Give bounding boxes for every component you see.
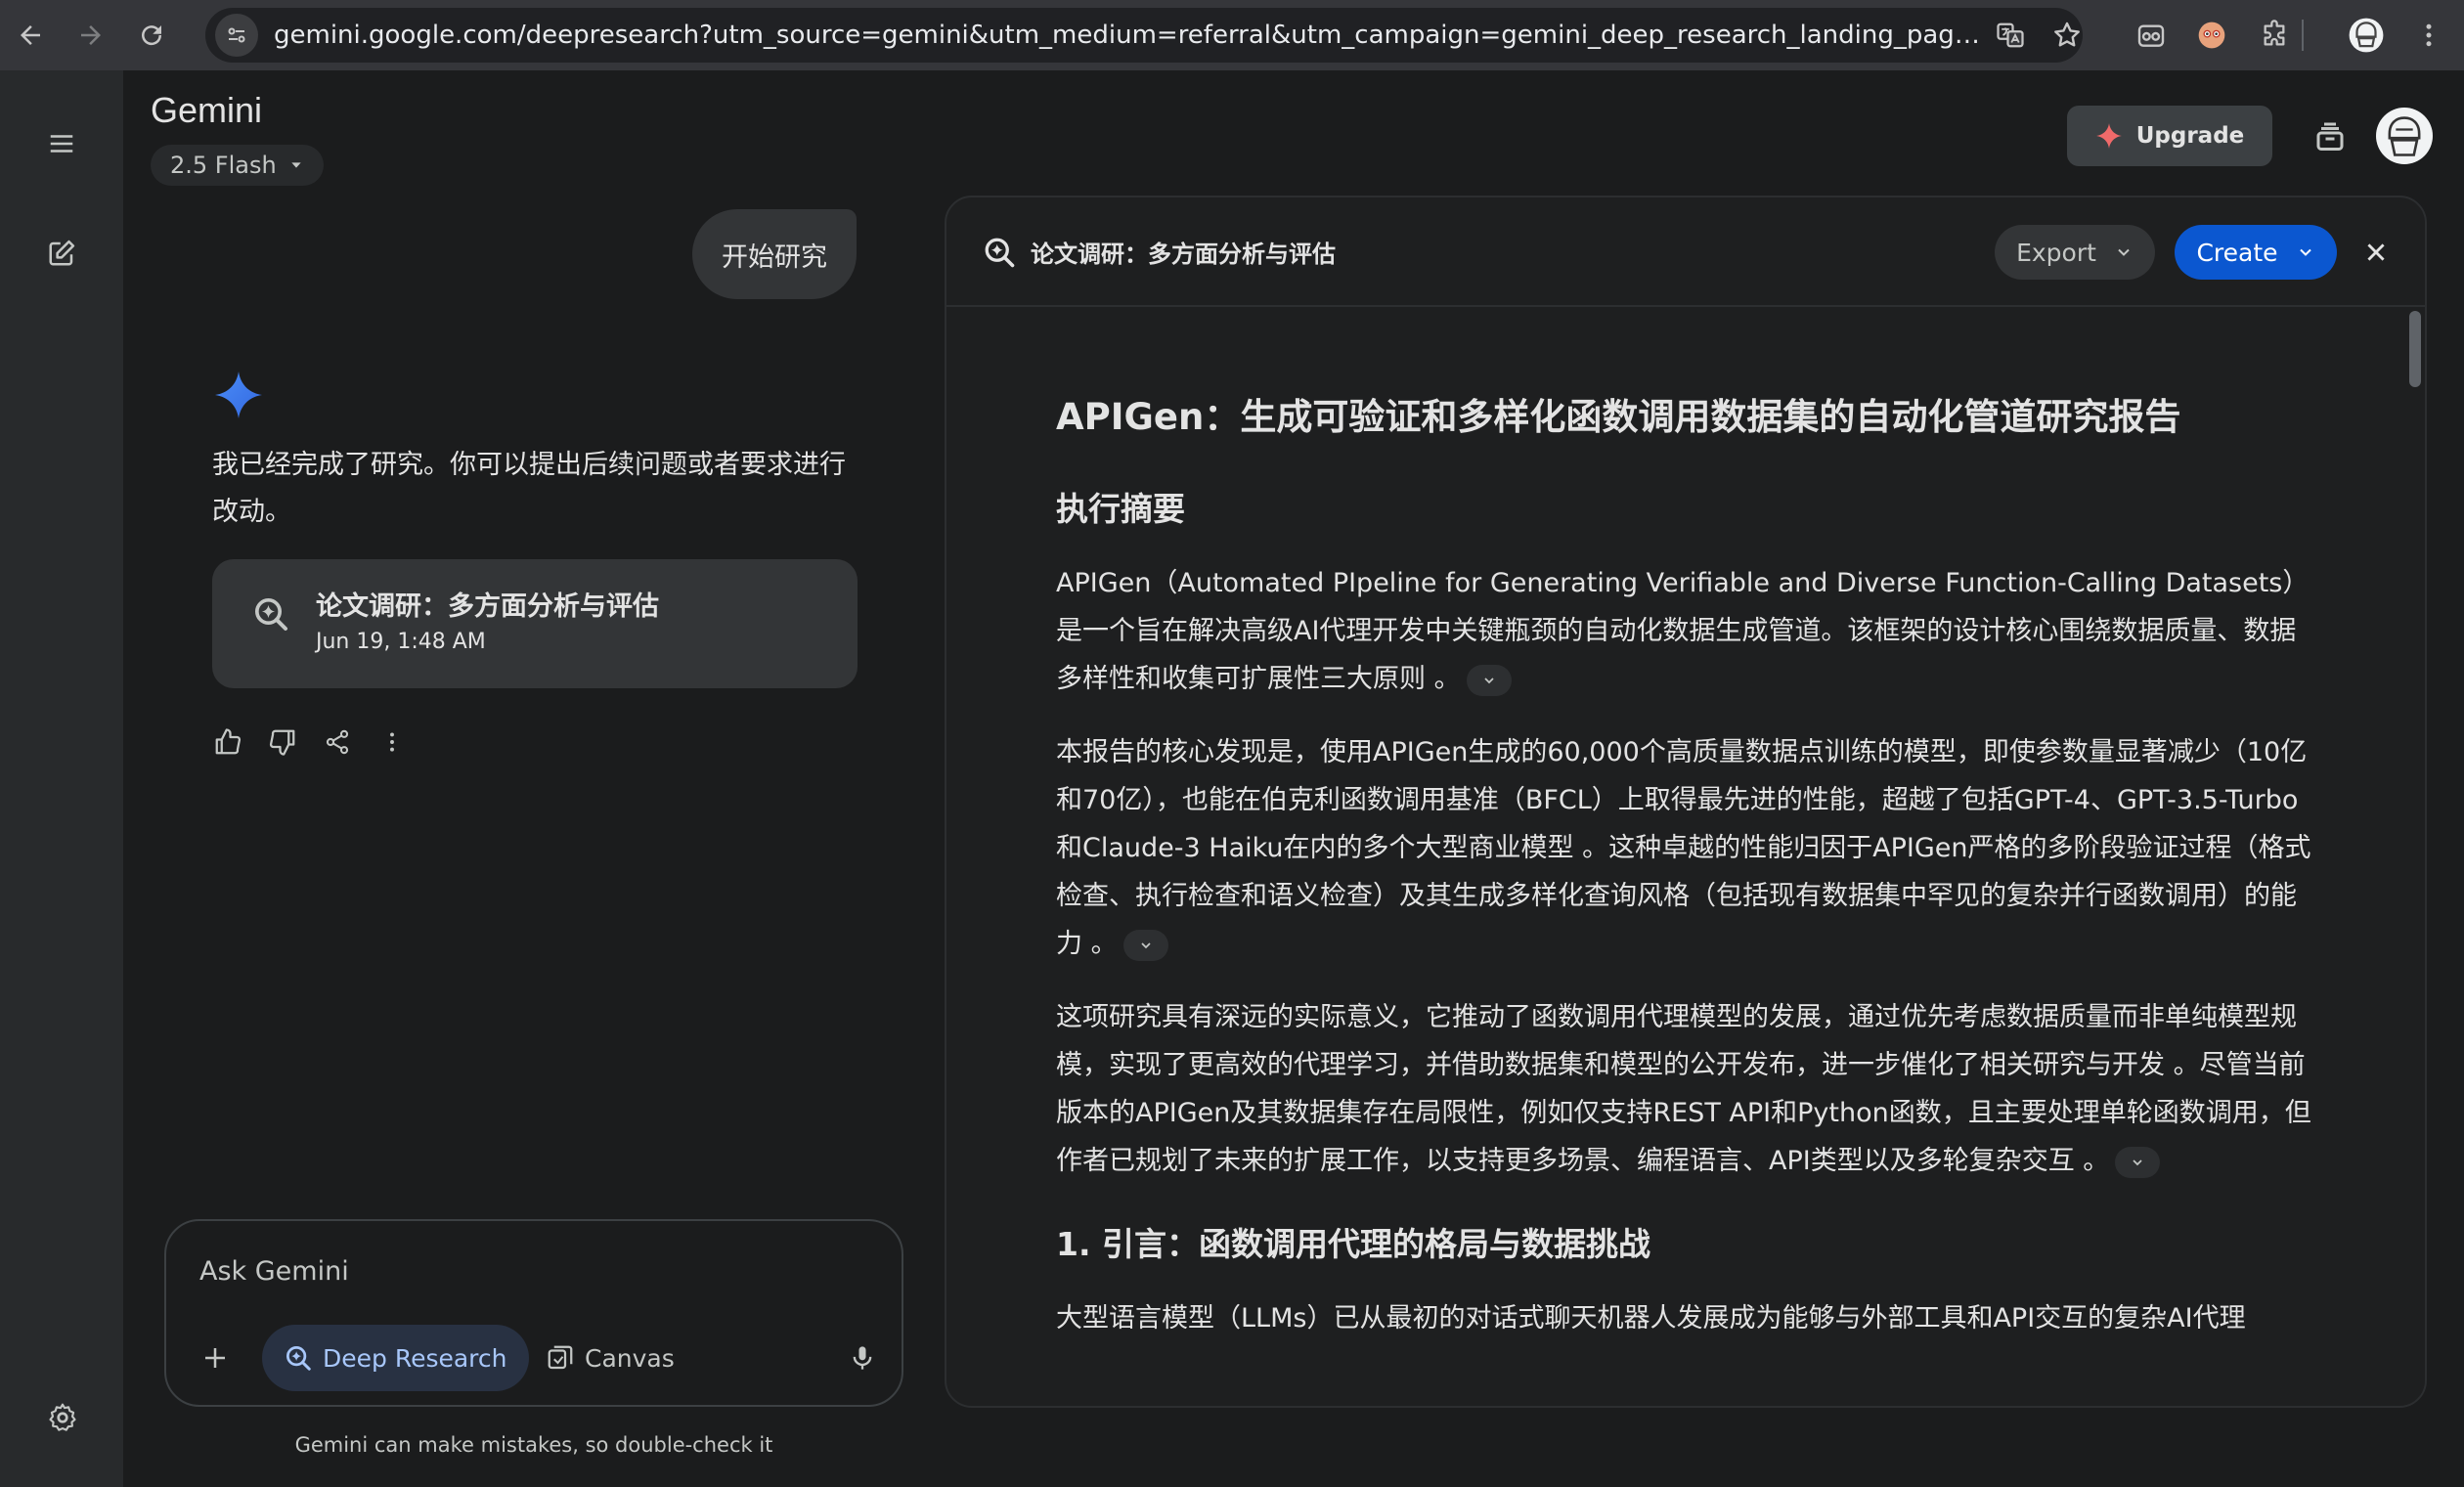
- chevron-down-icon: [1483, 677, 1494, 683]
- browser-menu-icon[interactable]: [2401, 0, 2456, 70]
- edit-square-icon: [49, 240, 75, 266]
- side-rail: [0, 70, 123, 1487]
- more-vert-icon: [390, 732, 394, 752]
- response-actions: [209, 723, 411, 761]
- summary-paragraph: APIGen（Automated PIpeline for Generating…: [1056, 559, 2317, 703]
- app-title: Gemini: [151, 90, 263, 130]
- deep-research-icon: [255, 598, 287, 631]
- summary-heading: 执行摘要: [1056, 490, 1185, 528]
- thumbs-down-icon: [269, 729, 295, 756]
- storage-button[interactable]: [2302, 108, 2358, 164]
- panel-header: 论文调研：多方面分析与评估 Export Create: [946, 197, 2425, 307]
- caret-down-icon: [291, 162, 301, 168]
- extension-mask-icon[interactable]: [2124, 0, 2178, 70]
- back-arrow-icon: [21, 25, 40, 45]
- deep-research-icon: [985, 238, 1015, 268]
- extension-face-icon[interactable]: [2184, 0, 2239, 70]
- expand-citation-button[interactable]: [2115, 1146, 2161, 1178]
- research-report-card[interactable]: 论文调研：多方面分析与评估 Jun 19, 1:48 AM: [212, 559, 858, 688]
- translate-icon[interactable]: [1983, 0, 2038, 70]
- toolbar-divider: [2300, 0, 2306, 70]
- forward-arrow-icon: [81, 25, 101, 45]
- create-label: Create: [2196, 238, 2278, 267]
- sparkle-icon: [2095, 123, 2122, 149]
- create-button[interactable]: Create: [2175, 225, 2337, 280]
- site-info-icon[interactable]: [215, 14, 258, 57]
- hamburger-icon: [50, 135, 73, 153]
- address-bar[interactable]: gemini.google.com/deepresearch?utm_sourc…: [205, 8, 2083, 63]
- report-card-date: Jun 19, 1:48 AM: [316, 630, 486, 654]
- archive-stack-icon: [2316, 122, 2344, 151]
- report-title: APIGen：生成可验证和多样化函数调用数据集的自动化管道研究报告: [1056, 396, 2181, 438]
- chevron-down-icon: [2118, 248, 2130, 256]
- summary-paragraph: 这项研究具有深远的实际意义，它推动了函数调用代理模型的发展，通过优先考虑数据质量…: [1056, 993, 2317, 1185]
- thumbs-down-button[interactable]: [264, 723, 301, 761]
- extensions-puzzle-icon[interactable]: [2247, 0, 2302, 70]
- gemini-spark-icon: [215, 372, 262, 418]
- user-message-text: 开始研究: [722, 241, 827, 273]
- main-menu-button[interactable]: [37, 119, 86, 168]
- assistant-reply: 我已经完成了研究。你可以提出后续问题或者要求进行改动。: [212, 450, 846, 527]
- more-options-button[interactable]: [374, 723, 411, 761]
- research-report-panel: 论文调研：多方面分析与评估 Export Create APIGen：生成可验证…: [945, 196, 2427, 1408]
- model-selector[interactable]: 2.5 Flash: [151, 145, 324, 186]
- upgrade-button[interactable]: Upgrade: [2067, 106, 2272, 166]
- upgrade-label: Upgrade: [2135, 123, 2245, 149]
- add-attachment-button[interactable]: [194, 1336, 237, 1379]
- deep-research-label: Deep Research: [323, 1343, 507, 1373]
- avatar-sketch-icon: [2388, 116, 2421, 156]
- paragraph-text: 本报告的核心发现是，使用APIGen生成的60,000个高质量数据点训练的模型，…: [1056, 737, 2311, 959]
- canvas-toggle[interactable]: Canvas: [536, 1325, 684, 1391]
- panel-title: 论文调研：多方面分析与评估: [1031, 241, 1336, 268]
- back-button[interactable]: [0, 0, 61, 70]
- gear-icon: [49, 1403, 76, 1431]
- chevron-down-icon: [1140, 941, 1151, 948]
- account-avatar[interactable]: [2376, 108, 2433, 164]
- share-button[interactable]: [319, 723, 356, 761]
- deep-research-toggle[interactable]: Deep Research: [262, 1325, 529, 1391]
- canvas-icon: [548, 1345, 573, 1370]
- reload-button[interactable]: [121, 0, 182, 70]
- ask-input[interactable]: [199, 1256, 825, 1287]
- profile-avatar-icon[interactable]: [2339, 0, 2394, 70]
- model-name: 2.5 Flash: [170, 152, 277, 179]
- settings-button[interactable]: [39, 1394, 86, 1441]
- export-label: Export: [2016, 238, 2096, 267]
- browser-toolbar: gemini.google.com/deepresearch?utm_sourc…: [0, 0, 2464, 70]
- reload-icon: [142, 25, 162, 46]
- new-chat-button[interactable]: [37, 229, 86, 278]
- close-panel-button[interactable]: [2356, 233, 2396, 272]
- chevron-down-icon: [2133, 1159, 2142, 1165]
- summary-paragraph: 本报告的核心发现是，使用APIGen生成的60,000个高质量数据点训练的模型，…: [1056, 728, 2317, 968]
- expand-citation-button[interactable]: [1466, 664, 1512, 696]
- microphone-icon: [853, 1346, 872, 1370]
- canvas-label: Canvas: [585, 1343, 675, 1373]
- microphone-button[interactable]: [841, 1336, 884, 1379]
- thumbs-up-icon: [215, 728, 242, 755]
- panel-scrollbar[interactable]: [2409, 311, 2421, 387]
- report-document: APIGen：生成可验证和多样化函数调用数据集的自动化管道研究报告 执行摘要 A…: [1056, 393, 2317, 1342]
- prompt-composer: Deep Research Canvas: [164, 1219, 903, 1407]
- expand-citation-button[interactable]: [1122, 929, 1168, 961]
- url-text[interactable]: gemini.google.com/deepresearch?utm_sourc…: [274, 21, 1985, 50]
- close-icon: [2367, 243, 2385, 261]
- export-button[interactable]: Export: [1995, 225, 2155, 280]
- bookmark-star-icon[interactable]: [2040, 0, 2094, 70]
- paragraph-text: APIGen（Automated PIpeline for Generating…: [1056, 568, 2310, 694]
- share-icon: [326, 729, 349, 755]
- plus-icon: [205, 1348, 225, 1368]
- chevron-down-icon: [2299, 248, 2311, 256]
- deep-research-icon: [286, 1346, 311, 1371]
- thumbs-up-button[interactable]: [209, 723, 246, 761]
- report-card-title: 论文调研：多方面分析与评估: [316, 591, 659, 622]
- section-paragraph: 大型语言模型（LLMs）已从最初的对话式聊天机器人发展成为能够与外部工具和API…: [1056, 1303, 2246, 1334]
- forward-button[interactable]: [61, 0, 121, 70]
- disclaimer-text: Gemini can make mistakes, so double-chec…: [294, 1433, 773, 1457]
- section-heading: 1. 引言：函数调用代理的格局与数据挑战: [1056, 1225, 1650, 1263]
- user-message-bubble: 开始研究: [692, 209, 857, 299]
